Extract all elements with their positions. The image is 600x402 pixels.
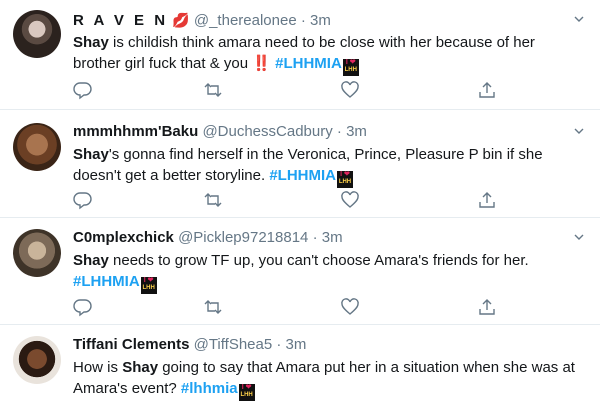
reply-icon[interactable] (73, 190, 93, 210)
hashtag-link[interactable]: #LHHMIA (73, 273, 140, 290)
chevron-down-icon[interactable] (574, 126, 584, 136)
tweet-header: mmmhhmm'Baku @DuchessCadbury · 3m (73, 122, 367, 142)
tweet-header: C0mplexchick @Picklep97218814 · 3m (73, 228, 343, 248)
handle[interactable]: @DuchessCadbury (202, 123, 332, 140)
tweet-text: Shay is childish think amara need to be … (73, 32, 583, 76)
separator: · (300, 12, 306, 29)
heart-icon[interactable] (340, 190, 360, 210)
avatar[interactable] (13, 336, 61, 384)
search-highlight: Shay (73, 146, 109, 163)
avatar[interactable] (13, 229, 61, 277)
retweet-icon[interactable] (203, 190, 223, 210)
handle[interactable]: @_therealonee (194, 12, 297, 29)
search-highlight: Shay (73, 252, 109, 269)
tweet-text: How is Shay going to say that Amara put … (73, 357, 583, 401)
handle[interactable]: @TiffShea5 (194, 336, 273, 353)
share-icon[interactable] (477, 190, 497, 210)
tweet-header: R A V E N 💋 @_therealonee · 3m (73, 10, 331, 30)
tweet-actions (73, 190, 513, 210)
timestamp[interactable]: 3m (346, 123, 367, 140)
separator: · (312, 229, 318, 246)
chevron-down-icon[interactable] (574, 14, 584, 24)
search-highlight: Shay (122, 359, 159, 376)
retweet-icon[interactable] (203, 80, 223, 100)
tweet[interactable]: R A V E N 💋 @_therealonee · 3m Shay is c… (0, 0, 600, 110)
tweet-feed: R A V E N 💋 @_therealonee · 3m Shay is c… (0, 0, 600, 402)
chevron-down-icon[interactable] (574, 232, 584, 242)
avatar[interactable] (13, 123, 61, 171)
reply-icon[interactable] (73, 297, 93, 317)
avatar[interactable] (13, 10, 61, 58)
display-name[interactable]: C0mplexchick (73, 229, 174, 246)
hashtag-link[interactable]: #lhhmia (181, 380, 238, 397)
display-name[interactable]: mmmhhmm'Baku (73, 123, 198, 140)
tweet-text: Shay needs to grow TF up, you can't choo… (73, 250, 583, 294)
timestamp[interactable]: 3m (322, 229, 343, 246)
lhh-hashflag-icon: I ❤ LHH (336, 171, 353, 188)
timestamp[interactable]: 3m (286, 336, 307, 353)
double-exclamation-emoji: ‼️ (252, 55, 271, 72)
lips-emoji: 💋 (172, 12, 190, 28)
retweet-icon[interactable] (203, 297, 223, 317)
tweet-text: Shay's gonna find herself in the Veronic… (73, 144, 583, 188)
tweet-header: Tiffani Clements @TiffShea5 · 3m (73, 335, 306, 355)
display-name[interactable]: R A V E N (73, 12, 168, 29)
share-icon[interactable] (477, 297, 497, 317)
hashtag-link[interactable]: #LHHMIA (275, 55, 342, 72)
separator: · (336, 123, 342, 140)
tweet[interactable]: C0mplexchick @Picklep97218814 · 3m Shay … (0, 218, 600, 325)
timestamp[interactable]: 3m (310, 12, 331, 29)
share-icon[interactable] (477, 80, 497, 100)
tweet-actions (73, 297, 513, 317)
handle[interactable]: @Picklep97218814 (178, 229, 308, 246)
heart-icon[interactable] (340, 297, 360, 317)
separator: · (276, 336, 282, 353)
tweet-actions (73, 80, 513, 100)
hashtag-link[interactable]: #LHHMIA (269, 167, 336, 184)
tweet[interactable]: mmmhhmm'Baku @DuchessCadbury · 3m Shay's… (0, 110, 600, 218)
tweet[interactable]: Tiffani Clements @TiffShea5 · 3m How is … (0, 325, 600, 402)
lhh-hashflag-icon: I ❤ LHH (342, 59, 359, 76)
display-name[interactable]: Tiffani Clements (73, 336, 189, 353)
search-highlight: Shay (73, 34, 109, 51)
reply-icon[interactable] (73, 80, 93, 100)
lhh-hashflag-icon: I ❤ LHH (238, 384, 255, 401)
heart-icon[interactable] (340, 80, 360, 100)
lhh-hashflag-icon: I ❤ LHH (140, 277, 157, 294)
